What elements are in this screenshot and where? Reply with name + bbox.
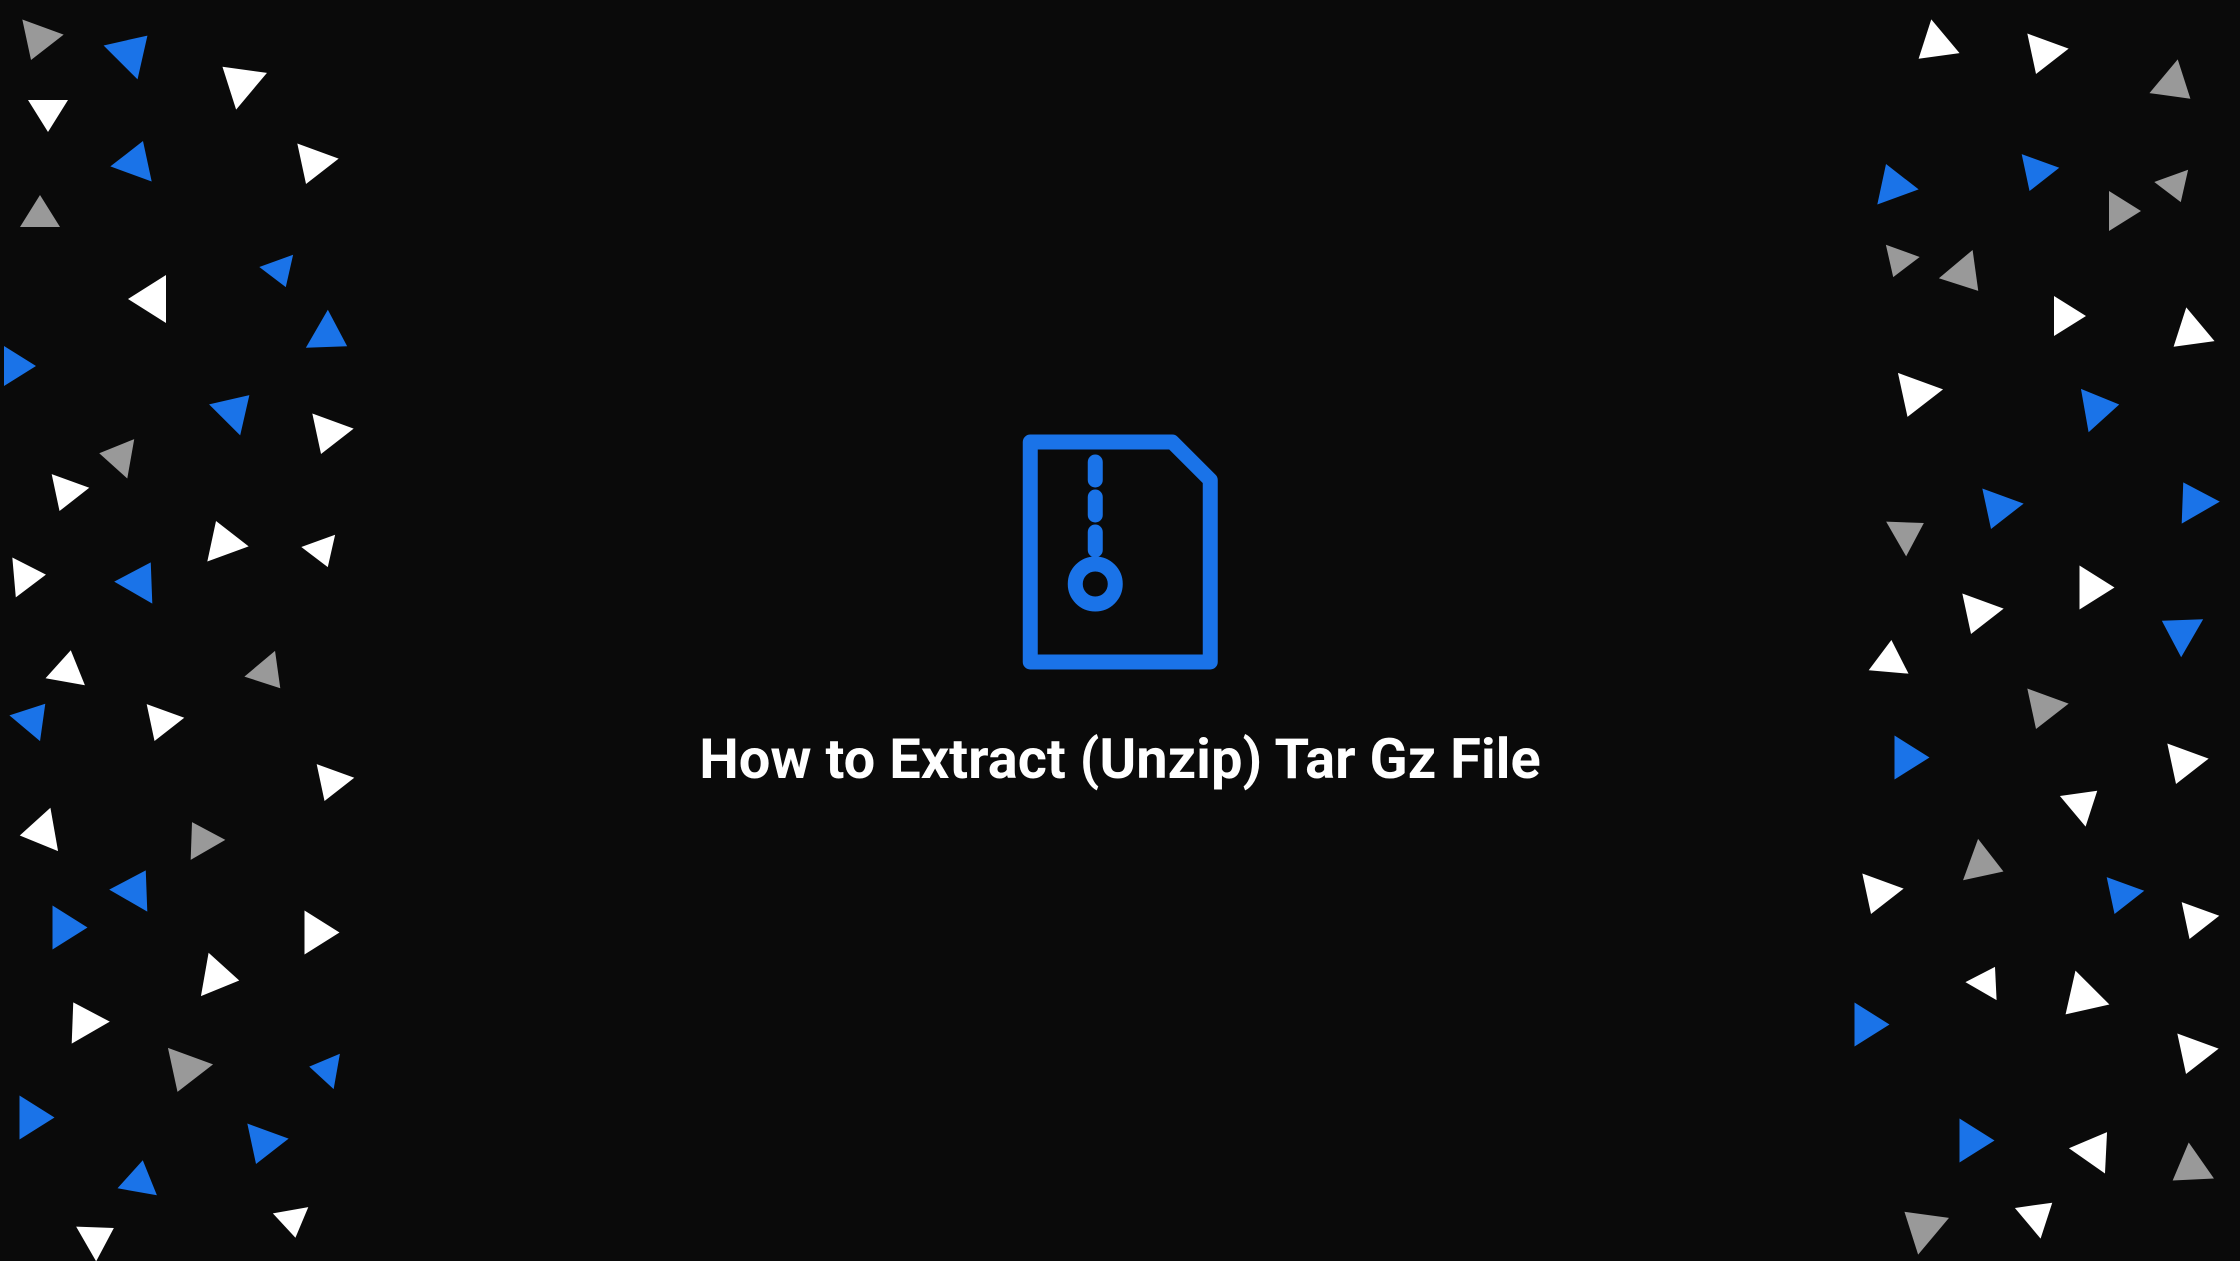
triangle-decoration [201, 953, 243, 1002]
zip-file-icon [1020, 432, 1220, 676]
triangle-decoration [259, 255, 302, 294]
triangle-decoration [300, 414, 353, 462]
triangle-decoration [2151, 602, 2203, 658]
triangle-decoration [118, 1157, 163, 1195]
triangle-decoration [10, 20, 63, 68]
triangle-decoration [306, 1049, 340, 1089]
triangle-decoration [2160, 1142, 2214, 1198]
triangle-decoration [1970, 489, 2023, 537]
triangle-decoration [96, 434, 134, 479]
triangle-decoration [16, 808, 58, 857]
triangle-decoration [54, 991, 110, 1043]
triangle-decoration [2015, 34, 2068, 82]
triangle-decoration [2080, 566, 2115, 610]
triangle-decoration [2049, 971, 2110, 1032]
triangle-decoration [9, 691, 60, 741]
triangle-decoration [109, 859, 165, 911]
triangle-decoration [2011, 154, 2060, 198]
triangle-decoration [2159, 307, 2214, 363]
triangle-decoration [2164, 471, 2220, 523]
triangle-decoration [305, 911, 340, 955]
triangle-decoration [2155, 744, 2208, 792]
triangle-decoration [306, 310, 358, 366]
triangle-decoration [2054, 296, 2086, 336]
triangle-decoration [1960, 1119, 1995, 1163]
triangle-decoration [207, 48, 267, 109]
triangle-decoration [2060, 775, 2110, 826]
triangle-decoration [1904, 19, 1959, 75]
triangle-decoration [12, 555, 47, 598]
triangle-decoration [306, 764, 355, 808]
triangle-decoration [175, 812, 226, 860]
triangle-decoration [273, 1207, 313, 1241]
triangle-decoration [1850, 874, 1903, 922]
triangle-decoration [244, 651, 295, 701]
triangle-decoration [1876, 245, 1919, 284]
triangle-decoration [1950, 594, 2003, 642]
triangle-decoration [155, 1048, 213, 1100]
triangle-decoration [136, 704, 185, 748]
triangle-decoration [195, 514, 248, 562]
triangle-decoration [2015, 689, 2068, 737]
triangle-decoration [2069, 1120, 2125, 1174]
triangle-decoration [128, 275, 166, 323]
triangle-decoration [104, 19, 165, 80]
triangle-decoration [46, 647, 91, 685]
main-content: How to Extract (Unzip) Tar Gz File [699, 432, 1540, 792]
triangle-decoration [110, 134, 163, 182]
triangle-decoration [209, 380, 265, 436]
triangle-decoration [2165, 1034, 2218, 1082]
triangle-decoration [114, 551, 170, 603]
triangle-decoration [53, 906, 88, 950]
triangle-decoration [1885, 373, 1943, 425]
triangle-decoration [2096, 877, 2145, 921]
triangle-decoration [1965, 958, 2010, 1000]
triangle-decoration [1886, 506, 1934, 557]
triangle-decoration [2015, 1187, 2065, 1238]
triangle-decoration [2109, 191, 2141, 231]
triangle-decoration [1869, 638, 1912, 673]
triangle-decoration [20, 195, 60, 227]
page-title: How to Extract (Unzip) Tar Gz File [699, 726, 1540, 792]
triangle-decoration [1865, 157, 1918, 205]
triangle-decoration [301, 535, 344, 574]
triangle-decoration [1963, 839, 2011, 892]
triangle-decoration [2171, 902, 2220, 946]
triangle-decoration [1895, 736, 1930, 780]
triangle-decoration [28, 100, 68, 132]
triangle-decoration [76, 1211, 124, 1261]
triangle-decoration [1855, 1003, 1890, 1047]
triangle-decoration [2154, 170, 2197, 209]
triangle-decoration [20, 1096, 55, 1140]
triangle-decoration [2149, 59, 2204, 115]
triangle-decoration [41, 474, 90, 518]
triangle-decoration [1889, 1193, 1949, 1254]
triangle-decoration [285, 144, 338, 192]
triangle-decoration [4, 346, 36, 386]
triangle-decoration [2081, 383, 2123, 432]
triangle-decoration [1939, 250, 1995, 305]
triangle-decoration [235, 1124, 288, 1172]
